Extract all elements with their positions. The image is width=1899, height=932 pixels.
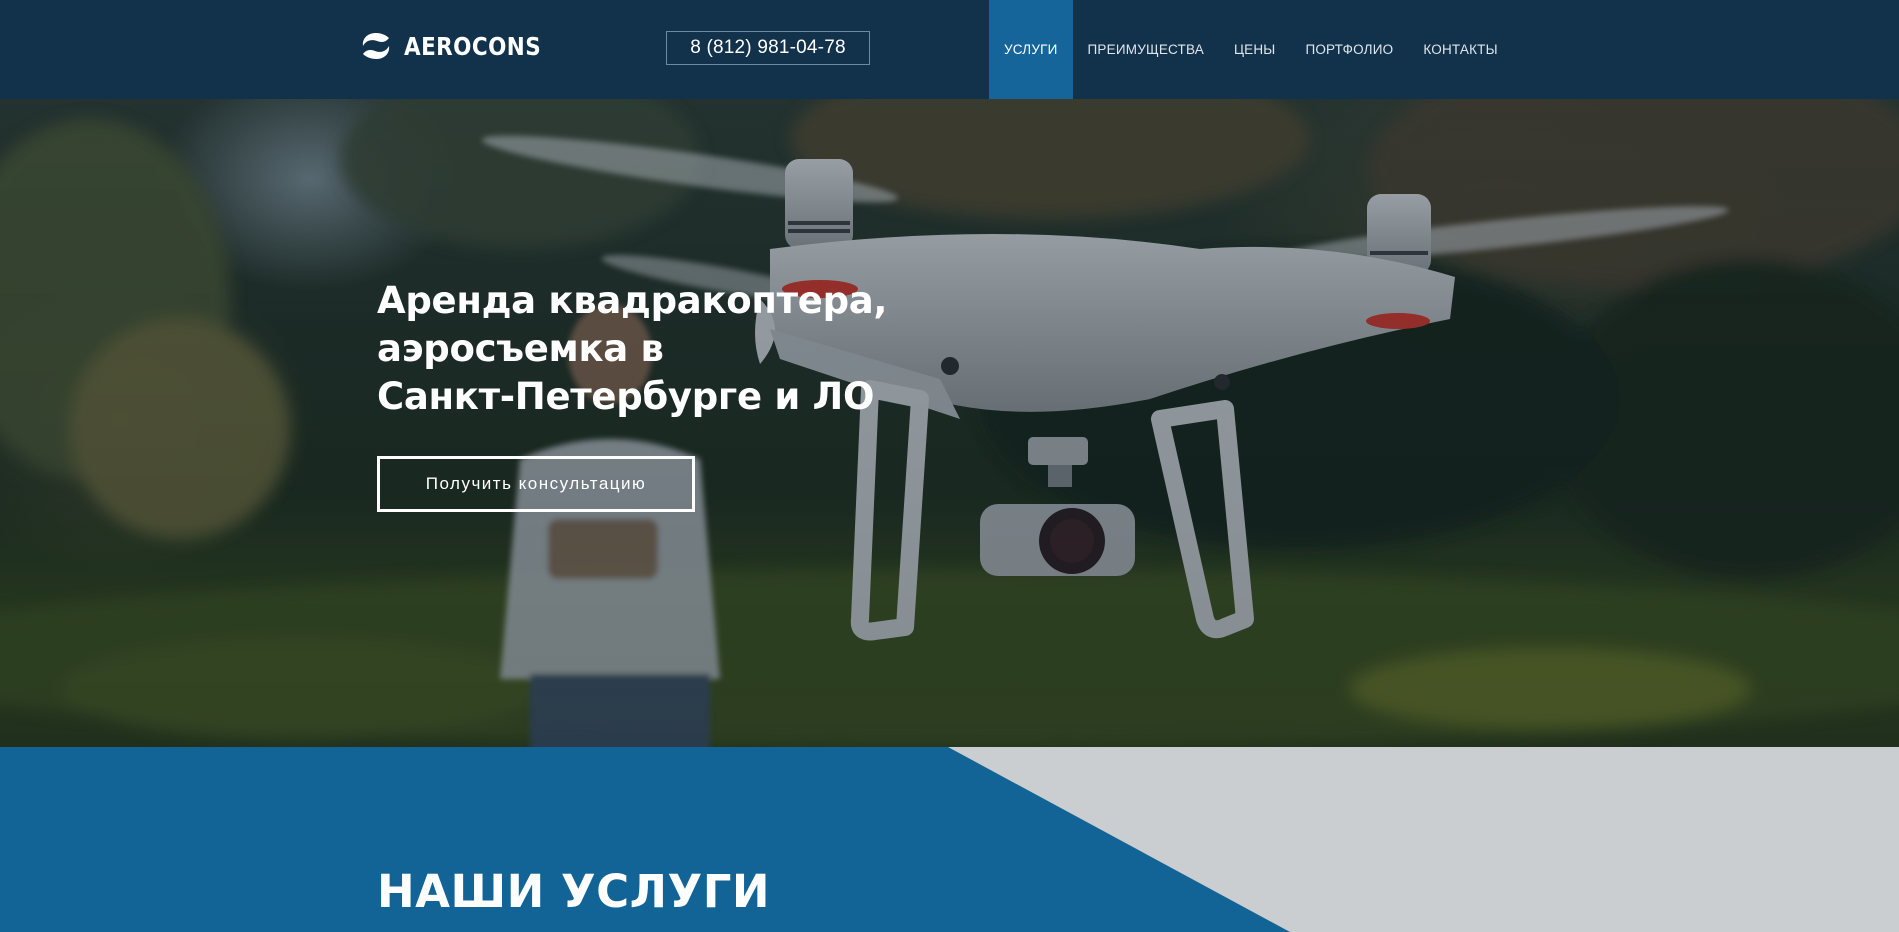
main-nav: УСЛУГИ ПРЕИМУЩЕСТВА ЦЕНЫ ПОРТФОЛИО КОНТА… — [989, 0, 1513, 99]
services-title: НАШИ УСЛУГИ — [377, 865, 771, 918]
services-diagonal-background — [0, 747, 1290, 932]
hero-banner: Аренда квадракоптера, аэросъемка в Санкт… — [0, 99, 1899, 747]
nav-item-services[interactable]: УСЛУГИ — [989, 0, 1073, 99]
logo[interactable]: AEROCONS — [360, 30, 563, 62]
hero-title-line-2: аэросъемка в — [377, 327, 664, 370]
nav-item-advantages[interactable]: ПРЕИМУЩЕСТВА — [1073, 0, 1219, 99]
hero-title: Аренда квадракоптера, аэросъемка в Санкт… — [377, 277, 897, 421]
nav-item-portfolio[interactable]: ПОРТФОЛИО — [1290, 0, 1408, 99]
hero-title-line-3: Санкт-Петербурге и ЛО — [377, 375, 875, 418]
nav-item-prices[interactable]: ЦЕНЫ — [1219, 0, 1291, 99]
brand-name: AEROCONS — [404, 31, 542, 61]
phone-number[interactable]: 8 (812) 981-04-78 — [666, 31, 870, 65]
hero-title-line-1: Аренда квадракоптера, — [377, 279, 888, 322]
aerocons-swirl-logo-icon — [362, 33, 390, 59]
services-section: НАШИ УСЛУГИ — [0, 747, 1899, 932]
nav-item-contacts[interactable]: КОНТАКТЫ — [1408, 0, 1512, 99]
site-header: AEROCONS 8 (812) 981-04-78 УСЛУГИ ПРЕИМУ… — [0, 0, 1899, 99]
drone-photo — [0, 99, 1899, 747]
get-consultation-button[interactable]: Получить консультацию — [377, 456, 695, 512]
